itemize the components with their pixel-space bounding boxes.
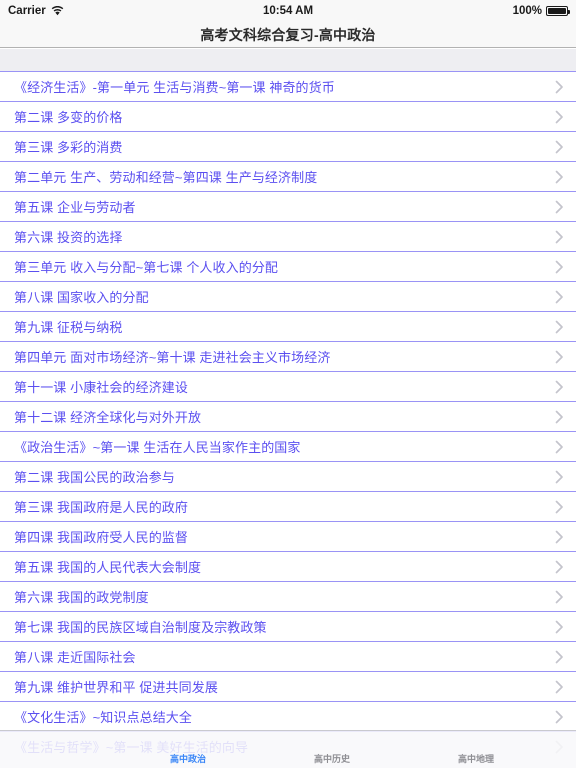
list-item[interactable]: 第十一课 小康社会的经济建设	[0, 371, 576, 401]
list-item[interactable]: 《文化生活》~知识点总结大全	[0, 701, 576, 731]
chevron-right-icon	[546, 612, 572, 642]
battery-percent-label: 100%	[512, 5, 542, 17]
page-title: 高考文科综合复习-高中政治	[200, 26, 376, 43]
tab-3[interactable]: 高中地理	[432, 754, 520, 765]
list-item-label: 第十一课 小康社会的经济建设	[14, 380, 189, 395]
chevron-right-icon	[546, 102, 572, 132]
list-item-label: 第五课 企业与劳动者	[14, 200, 136, 215]
chevron-right-icon	[546, 192, 572, 222]
chevron-right-icon	[546, 372, 572, 402]
chevron-right-icon	[546, 492, 572, 522]
list-item[interactable]: 第三单元 收入与分配~第七课 个人收入的分配	[0, 251, 576, 281]
list-item[interactable]: 第八课 走近国际社会	[0, 641, 576, 671]
list-item-label: 第八课 国家收入的分配	[14, 290, 149, 305]
list-item[interactable]: 第二课 我国公民的政治参与	[0, 461, 576, 491]
tab-label: 高中地理	[457, 754, 494, 764]
status-bar-left: Carrier	[8, 5, 64, 17]
tab-bar-items: 高中政治 高中历史 高中地理	[0, 754, 576, 768]
chevron-right-icon	[546, 522, 572, 552]
chevron-right-icon	[546, 72, 572, 102]
list-item-label: 第三课 我国政府是人民的政府	[14, 500, 189, 515]
tab-2[interactable]: 高中历史	[288, 754, 376, 765]
list-item-label: 第五课 我国的人民代表大会制度	[14, 560, 202, 575]
list-item-label: 第九课 维护世界和平 促进共同发展	[14, 680, 218, 695]
list-item[interactable]: 第九课 征税与纳税	[0, 311, 576, 341]
chevron-right-icon	[546, 462, 572, 492]
chevron-right-icon	[546, 702, 572, 732]
tab-label: 高中历史	[313, 754, 350, 764]
tab-1[interactable]: 高中政治	[144, 754, 232, 765]
tab-label: 高中政治	[169, 754, 206, 764]
list-item[interactable]: 第六课 投资的选择	[0, 221, 576, 251]
chevron-right-icon	[546, 582, 572, 612]
status-bar-time: 10:54 AM	[262, 5, 314, 17]
navigation-bar: 高考文科综合复习-高中政治	[0, 22, 576, 48]
chevron-right-icon	[546, 252, 572, 282]
list-item-label: 第二课 我国公民的政治参与	[14, 470, 175, 485]
list-item-label: 第九课 征税与纳税	[14, 320, 123, 335]
list-item-label: 《政治生活》~第一课 生活在人民当家作主的国家	[14, 440, 301, 455]
list-item-label: 《经济生活》-第一单元 生活与消费~第一课 神奇的货币	[14, 80, 335, 95]
list-item[interactable]: 第五课 我国的人民代表大会制度	[0, 551, 576, 581]
chevron-right-icon	[546, 642, 572, 672]
chevron-right-icon	[546, 552, 572, 582]
list-item-label: 第四课 我国政府受人民的监督	[14, 530, 189, 545]
list-item[interactable]: 第七课 我国的民族区域自治制度及宗教政策	[0, 611, 576, 641]
tab-bar: 高中政治 高中历史 高中地理	[0, 730, 576, 768]
list-item[interactable]: 第八课 国家收入的分配	[0, 281, 576, 311]
list-item[interactable]: 第六课 我国的政党制度	[0, 581, 576, 611]
chevron-right-icon	[546, 432, 572, 462]
list-item[interactable]: 第十二课 经济全球化与对外开放	[0, 401, 576, 431]
list-item-label: 第三课 多彩的消费	[14, 140, 123, 155]
list-item[interactable]: 第四单元 面对市场经济~第十课 走进社会主义市场经济	[0, 341, 576, 371]
list-item[interactable]: 第三课 多彩的消费	[0, 131, 576, 161]
list-item-label: 第三单元 收入与分配~第七课 个人收入的分配	[14, 260, 279, 275]
list-item[interactable]: 第九课 维护世界和平 促进共同发展	[0, 671, 576, 701]
list-item[interactable]: 《政治生活》~第一课 生活在人民当家作主的国家	[0, 431, 576, 461]
list-item-label: 第十二课 经济全球化与对外开放	[14, 410, 202, 425]
list-item[interactable]: 第四课 我国政府受人民的监督	[0, 521, 576, 551]
chevron-right-icon	[546, 312, 572, 342]
status-bar-right: 100%	[512, 5, 570, 17]
list-item[interactable]: 第三课 我国政府是人民的政府	[0, 491, 576, 521]
battery-full-icon	[546, 6, 570, 16]
list-item[interactable]: 第二单元 生产、劳动和经营~第四课 生产与经济制度	[0, 161, 576, 191]
list-item-label: 第六课 我国的政党制度	[14, 590, 149, 605]
lesson-list[interactable]: 《经济生活》-第一单元 生活与消费~第一课 神奇的货币 第二课 多变的价格 第三课 …	[0, 71, 576, 768]
list-item-label: 第二课 多变的价格	[14, 110, 123, 125]
chevron-right-icon	[546, 672, 572, 702]
list-item-label: 第四单元 面对市场经济~第十课 走进社会主义市场经济	[14, 350, 331, 365]
chevron-right-icon	[546, 402, 572, 432]
list-item-label: 第六课 投资的选择	[14, 230, 123, 245]
list-item[interactable]: 第二课 多变的价格	[0, 101, 576, 131]
app-screen: Carrier 10:54 AM 100% 高考文科综合复习-高中政治 《经济生…	[0, 0, 576, 768]
carrier-label: Carrier	[8, 5, 46, 17]
chevron-right-icon	[546, 222, 572, 252]
list-item[interactable]: 《经济生活》-第一单元 生活与消费~第一课 神奇的货币	[0, 71, 576, 101]
list-item-label: 第二单元 生产、劳动和经营~第四课 生产与经济制度	[14, 170, 318, 185]
chevron-right-icon	[546, 282, 572, 312]
chevron-right-icon	[546, 342, 572, 372]
list-item[interactable]: 第五课 企业与劳动者	[0, 191, 576, 221]
status-bar: Carrier 10:54 AM 100%	[0, 0, 576, 22]
chevron-right-icon	[546, 162, 572, 192]
list-item-label: 第七课 我国的民族区域自治制度及宗教政策	[14, 620, 267, 635]
wifi-icon	[51, 5, 64, 16]
chevron-right-icon	[546, 132, 572, 162]
list-header-spacer	[0, 49, 576, 71]
list-item-label: 第八课 走近国际社会	[14, 650, 136, 665]
list-item-label: 《文化生活》~知识点总结大全	[14, 710, 192, 725]
